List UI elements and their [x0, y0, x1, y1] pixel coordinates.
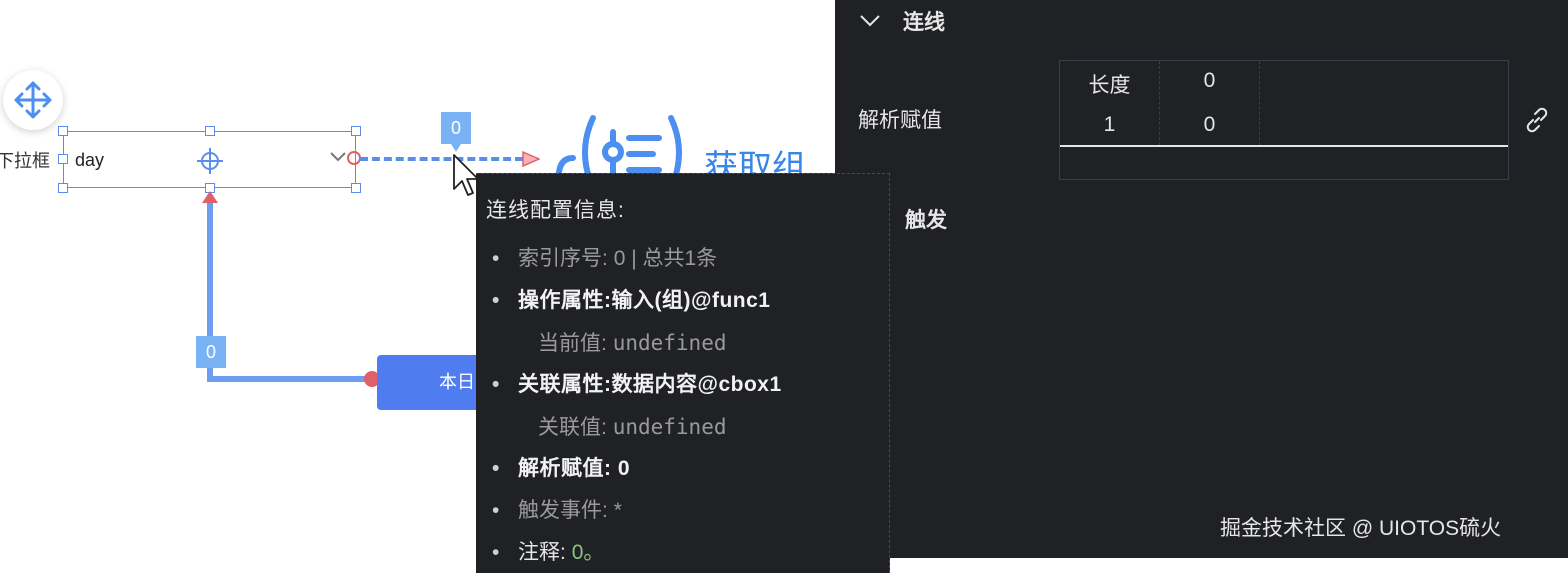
- trigger-section-label[interactable]: 触发: [905, 204, 947, 234]
- link-config-tooltip: 连线配置信息: 索引序号: 0 | 总共1条 操作属性:输入(组)@func1 …: [476, 173, 890, 574]
- section-title: 连线: [903, 11, 945, 34]
- link-section-header[interactable]: 连线: [859, 4, 945, 38]
- output-anchor[interactable]: [347, 151, 361, 165]
- link-source-marker: [202, 191, 218, 203]
- tooltip-current-row: 当前值: undefined: [538, 331, 727, 355]
- tooltip-rel-prop-row: 关联属性:数据内容@cbox1: [486, 364, 889, 406]
- tooltip-rel-value-row: 关联值: undefined: [538, 415, 727, 439]
- chevron-down-icon[interactable]: [859, 14, 881, 28]
- resize-handle-br[interactable]: [351, 183, 361, 193]
- component-label: 下拉框: [0, 151, 50, 171]
- watermark: 掘金技术社区 @ UIOTOS硫火: [1220, 517, 1502, 540]
- link-icon[interactable]: [1523, 106, 1551, 134]
- table-cell[interactable]: 0: [1160, 113, 1259, 137]
- tooltip-op-prop-row: 操作属性:输入(组)@func1: [486, 280, 889, 322]
- tooltip-trigger-row: 触发事件: *: [486, 490, 889, 532]
- link-index-badge-2[interactable]: 0: [196, 336, 226, 368]
- parse-assign-table[interactable]: 长度 0 1 0: [1059, 60, 1509, 180]
- crosshair-icon[interactable]: [196, 147, 224, 175]
- tooltip-index-row: 索引序号: 0 | 总共1条: [486, 238, 889, 280]
- tooltip-parse-row: 解析赋值: 0: [486, 448, 889, 490]
- resize-handle-tr[interactable]: [351, 126, 361, 136]
- move-icon: [14, 81, 52, 119]
- resize-handle-tm[interactable]: [205, 126, 215, 136]
- property-panel: 连线 解析赋值 长度 0 1 0 触发 掘金技术社区 @ UIOTOS硫火: [835, 0, 1568, 558]
- chevron-down-icon[interactable]: [329, 150, 347, 164]
- arrow-right-icon: [522, 151, 540, 167]
- table-cell[interactable]: 1: [1060, 113, 1159, 137]
- tooltip-title: 连线配置信息:: [486, 199, 625, 222]
- link-line-horizontal[interactable]: [207, 376, 372, 382]
- resize-handle-ml[interactable]: [58, 154, 68, 164]
- resize-handle-bl[interactable]: [58, 183, 68, 193]
- resize-handle-tl[interactable]: [58, 126, 68, 136]
- table-header-cell[interactable]: 0: [1160, 69, 1259, 93]
- dropdown-value: day: [75, 150, 105, 170]
- move-handle[interactable]: [3, 70, 63, 130]
- link-index-badge[interactable]: 0: [441, 112, 471, 152]
- tooltip-note-row: 注释: 0。: [486, 532, 889, 574]
- link-line-dashed[interactable]: [360, 157, 523, 161]
- parse-assign-label: 解析赋值: [858, 109, 942, 132]
- table-header-cell[interactable]: 长度: [1060, 69, 1159, 99]
